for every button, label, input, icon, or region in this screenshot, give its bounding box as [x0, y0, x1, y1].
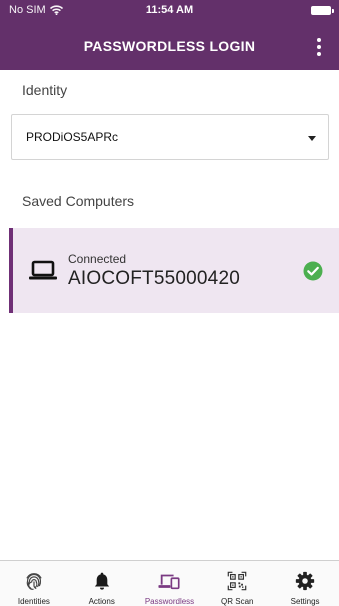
more-vertical-icon[interactable] [311, 34, 327, 60]
nav-identities[interactable]: Identities [0, 561, 68, 606]
gear-icon [295, 571, 315, 591]
computer-name: AIOCOFT55000420 [68, 268, 240, 289]
nav-label-qr-scan: QR Scan [221, 597, 254, 606]
nav-label-identities: Identities [17, 597, 50, 606]
nav-label-actions: Actions [88, 597, 115, 606]
identity-label: Identity [22, 82, 68, 98]
title-bar: PASSWORDLESS LOGIN [0, 28, 339, 66]
page-title: PASSWORDLESS LOGIN [83, 38, 256, 54]
status-bar: No SIM 11:54 AM [0, 0, 339, 24]
identity-selected-value: PRODiOS5APRc [26, 130, 119, 144]
saved-computer-row[interactable]: Connected AIOCOFT55000420 [9, 228, 339, 313]
connection-status: Connected [68, 252, 127, 266]
bell-icon [94, 572, 109, 590]
nav-passwordless[interactable]: Passwordless [136, 561, 204, 606]
battery-icon [311, 6, 334, 15]
clock: 11:54 AM [145, 4, 194, 16]
devices-icon [158, 574, 181, 590]
check-circle-icon [303, 261, 323, 281]
laptop-icon [29, 260, 57, 280]
passwordless-login-screen: No SIM 11:54 AM PASSWORDLESS LOGIN Ident… [0, 0, 339, 606]
nav-actions[interactable]: Actions [68, 561, 136, 606]
fingerprint-icon [26, 573, 42, 590]
bottom-navigation: Identities Actions Passwordless QR Scan … [0, 560, 339, 606]
app-header: No SIM 11:54 AM PASSWORDLESS LOGIN [0, 0, 339, 70]
nav-qr-scan[interactable]: QR Scan [203, 561, 271, 606]
nav-label-passwordless: Passwordless [144, 597, 195, 606]
identity-dropdown[interactable]: PRODiOS5APRc [11, 114, 329, 160]
qr-code-icon [227, 571, 247, 591]
nav-label-settings: Settings [290, 597, 320, 606]
nav-settings[interactable]: Settings [271, 561, 339, 606]
saved-computers-label: Saved Computers [22, 193, 135, 209]
caret-down-icon [308, 136, 316, 141]
